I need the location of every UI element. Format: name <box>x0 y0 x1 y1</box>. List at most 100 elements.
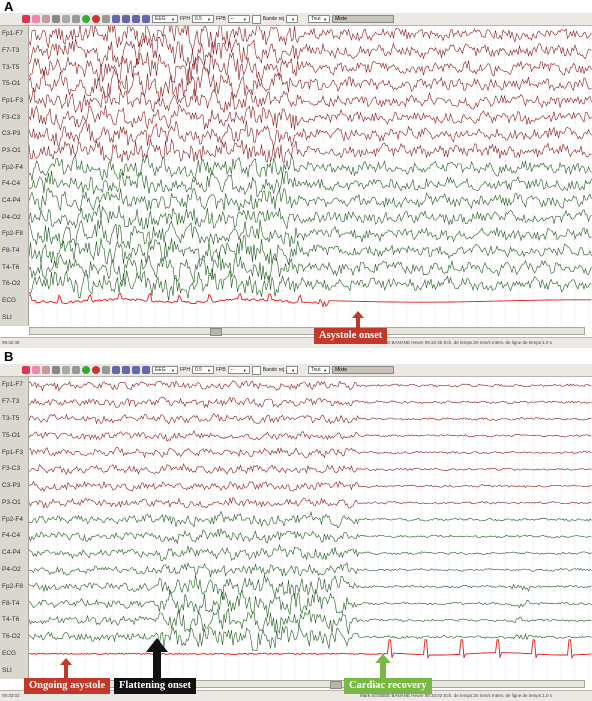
record-icon[interactable] <box>102 15 110 23</box>
zoom-icon[interactable] <box>72 366 80 374</box>
eeg-trace <box>29 480 592 492</box>
channel-label: T6-O2 <box>2 633 21 641</box>
fph-label: FPH <box>180 16 190 22</box>
scope-select[interactable]: Tout ▼ <box>308 366 331 374</box>
montage-type-select[interactable]: EEG ▼ <box>152 366 178 374</box>
channel-label: T3-T5 <box>2 414 20 422</box>
fph-label: FPH <box>180 367 190 373</box>
montage-select[interactable]: Mixte <box>332 15 395 23</box>
channel-label-column: Fp1-F7 F7-T3 T3-T5 T5-O1 Fp1-F3 F3-C3 C3-P3 P3-… <box>0 377 29 679</box>
channel-label: P3-O1 <box>2 147 21 154</box>
scroll-thumb[interactable] <box>330 681 342 689</box>
time-scrollbar[interactable] <box>29 327 585 336</box>
zoom-icon[interactable] <box>72 15 80 23</box>
channel-label: F4-C4 <box>2 180 21 188</box>
eeg-trace <box>29 543 592 561</box>
eeg-trace <box>29 496 592 509</box>
channel-label: T5-O1 <box>2 431 21 439</box>
stop-icon[interactable] <box>92 15 100 23</box>
filter-icon[interactable] <box>112 15 120 23</box>
print-icon[interactable] <box>132 15 140 23</box>
scissors-icon[interactable] <box>22 366 30 374</box>
eeg-trace <box>29 219 592 249</box>
channel-label: P4-O2 <box>2 565 21 573</box>
montage-type-value: EEG <box>155 367 166 373</box>
eeg-trace <box>29 430 592 442</box>
band-reject-label: Bande rej <box>262 367 285 373</box>
channel-label: Fp1-F3 <box>2 97 23 104</box>
print-icon[interactable] <box>132 366 140 374</box>
eeg-trace <box>29 33 592 68</box>
fph-select[interactable]: 0.5 ▼ <box>192 15 214 23</box>
channel-label: Fp2-F4 <box>2 163 23 171</box>
eeg-trace <box>29 187 592 212</box>
undo-icon[interactable] <box>32 366 40 374</box>
undo-icon[interactable] <box>32 15 40 23</box>
montage-icon[interactable] <box>122 15 130 23</box>
search-icon[interactable] <box>62 366 70 374</box>
redo-icon[interactable] <box>42 15 50 23</box>
chevron-down-icon: ▼ <box>242 367 247 373</box>
status-time: 09:33:02 <box>2 693 20 698</box>
eeg-trace <box>29 380 592 392</box>
arrow-up-icon <box>146 638 168 678</box>
scope-select[interactable]: Tout ▼ <box>308 15 331 23</box>
band-reject-checkbox[interactable] <box>251 14 261 24</box>
channel-label: F3-C3 <box>2 465 21 473</box>
montage-value: Mixte <box>335 367 348 373</box>
eeg-trace <box>29 463 592 476</box>
eeg-trace <box>29 588 592 618</box>
montage-icon[interactable] <box>122 366 130 374</box>
channel-label: T5-O1 <box>2 80 21 88</box>
band-reject-checkbox[interactable] <box>251 365 261 375</box>
channel-label: T4-T6 <box>2 263 20 271</box>
channel-label: Fp2-F8 <box>2 230 23 238</box>
grid-icon[interactable] <box>142 15 150 23</box>
chevron-down-icon: ▼ <box>323 367 328 373</box>
fph-value: 0.5 <box>195 16 202 22</box>
fpb-value: -- <box>230 16 235 22</box>
fpb-select[interactable]: -- ▼ <box>227 15 250 23</box>
channel-label: Fp1-F3 <box>2 448 23 456</box>
channel-label: F8-T4 <box>2 599 20 607</box>
eeg-trace <box>29 446 592 459</box>
eeg-trace <box>29 268 592 301</box>
arrow-up-icon <box>60 658 72 678</box>
eeg-traces-svg <box>29 26 592 326</box>
home-icon[interactable] <box>52 366 60 374</box>
ongoing-asystole-label: Ongoing asystole <box>24 678 111 694</box>
montage-type-select[interactable]: EEG ▼ <box>152 15 178 23</box>
search-icon[interactable] <box>62 15 70 23</box>
scroll-thumb[interactable] <box>210 328 222 336</box>
toolbar: EEG ▼ FPH 0.5 ▼ FPB -- ▼ Bande rej ▼ Tout ▼ … <box>0 364 592 377</box>
channel-label: SLI <box>2 313 12 321</box>
chevron-down-icon: ▼ <box>291 16 296 22</box>
fph-select[interactable]: 0.5 ▼ <box>192 366 214 374</box>
eeg-trace <box>29 52 592 86</box>
channel-label: C3-P3 <box>2 130 21 138</box>
chevron-down-icon: ▼ <box>171 16 175 22</box>
band-select[interactable]: ▼ <box>286 15 299 23</box>
channel-label: F7-T3 <box>2 47 20 54</box>
ecg-trace <box>29 639 592 660</box>
fpb-select[interactable]: -- ▼ <box>227 366 250 374</box>
stop-icon[interactable] <box>92 366 100 374</box>
chevron-down-icon: ▼ <box>242 16 247 22</box>
home-icon[interactable] <box>52 15 60 23</box>
eeg-trace <box>29 625 592 651</box>
grid-icon[interactable] <box>142 366 150 374</box>
channel-label: Fp2-F8 <box>2 582 23 590</box>
chevron-down-icon: ▼ <box>207 16 211 22</box>
play-icon[interactable] <box>82 15 90 23</box>
filter-icon[interactable] <box>112 366 120 374</box>
montage-select[interactable]: Mixte <box>332 366 395 374</box>
time-scrollbar[interactable] <box>29 680 585 689</box>
eeg-trace <box>29 510 592 529</box>
record-icon[interactable] <box>102 366 110 374</box>
channel-label: F3-C3 <box>2 113 21 121</box>
redo-icon[interactable] <box>42 366 50 374</box>
scissors-icon[interactable] <box>22 15 30 23</box>
band-select[interactable]: ▼ <box>286 366 299 374</box>
play-icon[interactable] <box>82 366 90 374</box>
channel-label: Fp2-F4 <box>2 515 23 523</box>
